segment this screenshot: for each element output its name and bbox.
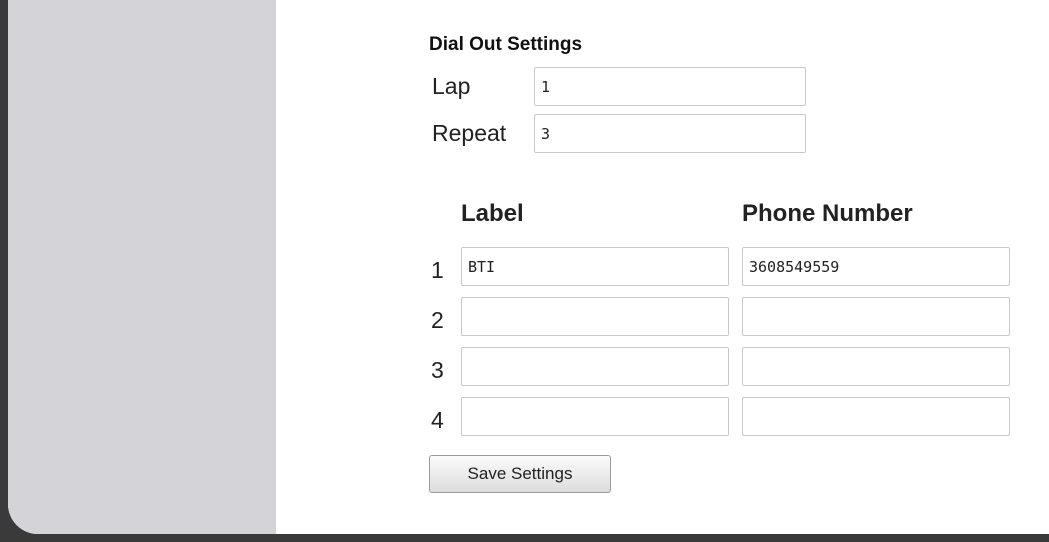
row-number: 3 (431, 357, 444, 383)
save-settings-button[interactable]: Save Settings (429, 455, 611, 493)
row-number: 4 (431, 407, 444, 433)
section-title: Dial Out Settings (429, 34, 583, 55)
phone-number-input-2[interactable] (742, 297, 1010, 336)
dial-label-input-3[interactable] (461, 347, 729, 386)
lap-label: Lap (432, 73, 471, 99)
dial-label-input-2[interactable] (461, 297, 729, 336)
lap-input[interactable] (534, 67, 806, 106)
phone-number-input-3[interactable] (742, 347, 1010, 386)
dial-label-input-4[interactable] (461, 397, 729, 436)
app-frame: Dial Out Settings Lap Repeat Label Phone… (8, 0, 1049, 534)
dial-label-input-1[interactable] (461, 247, 729, 286)
sidebar (8, 0, 276, 534)
label-column-header: Label (461, 200, 524, 227)
row-number: 1 (431, 257, 444, 283)
phone-number-input-4[interactable] (742, 397, 1010, 436)
phone-number-input-1[interactable] (742, 247, 1010, 286)
row-number: 2 (431, 307, 444, 333)
repeat-label: Repeat (432, 120, 507, 146)
phone-number-column-header: Phone Number (742, 200, 913, 227)
dial-out-settings-panel: Dial Out Settings Lap Repeat Label Phone… (276, 0, 1049, 534)
repeat-input[interactable] (534, 114, 806, 153)
